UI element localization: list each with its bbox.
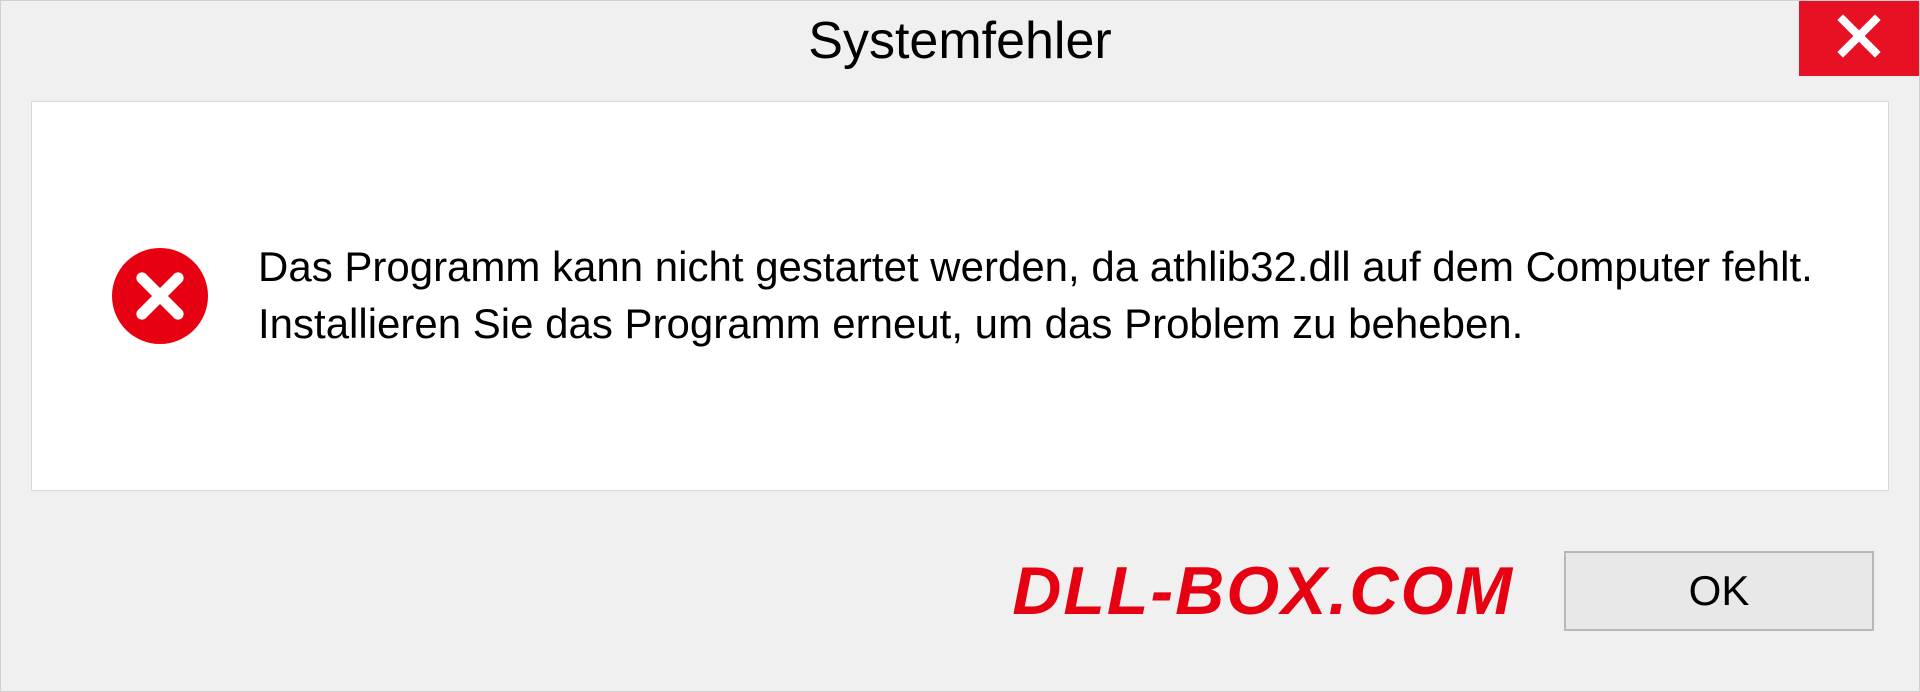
watermark-text: DLL-BOX.COM [1012,552,1514,630]
dialog-content: Das Programm kann nicht gestartet werden… [31,101,1889,491]
dialog-titlebar: Systemfehler [1,1,1919,81]
ok-button[interactable]: OK [1564,551,1874,631]
error-message: Das Programm kann nicht gestartet werden… [258,239,1818,352]
ok-button-label: OK [1689,567,1750,615]
close-icon [1835,12,1883,65]
dialog-footer: DLL-BOX.COM OK [1,521,1919,691]
error-icon [112,248,208,344]
system-error-dialog: Systemfehler Das Programm kann nicht ges… [0,0,1920,692]
close-button[interactable] [1799,1,1919,76]
dialog-title: Systemfehler [808,11,1111,71]
